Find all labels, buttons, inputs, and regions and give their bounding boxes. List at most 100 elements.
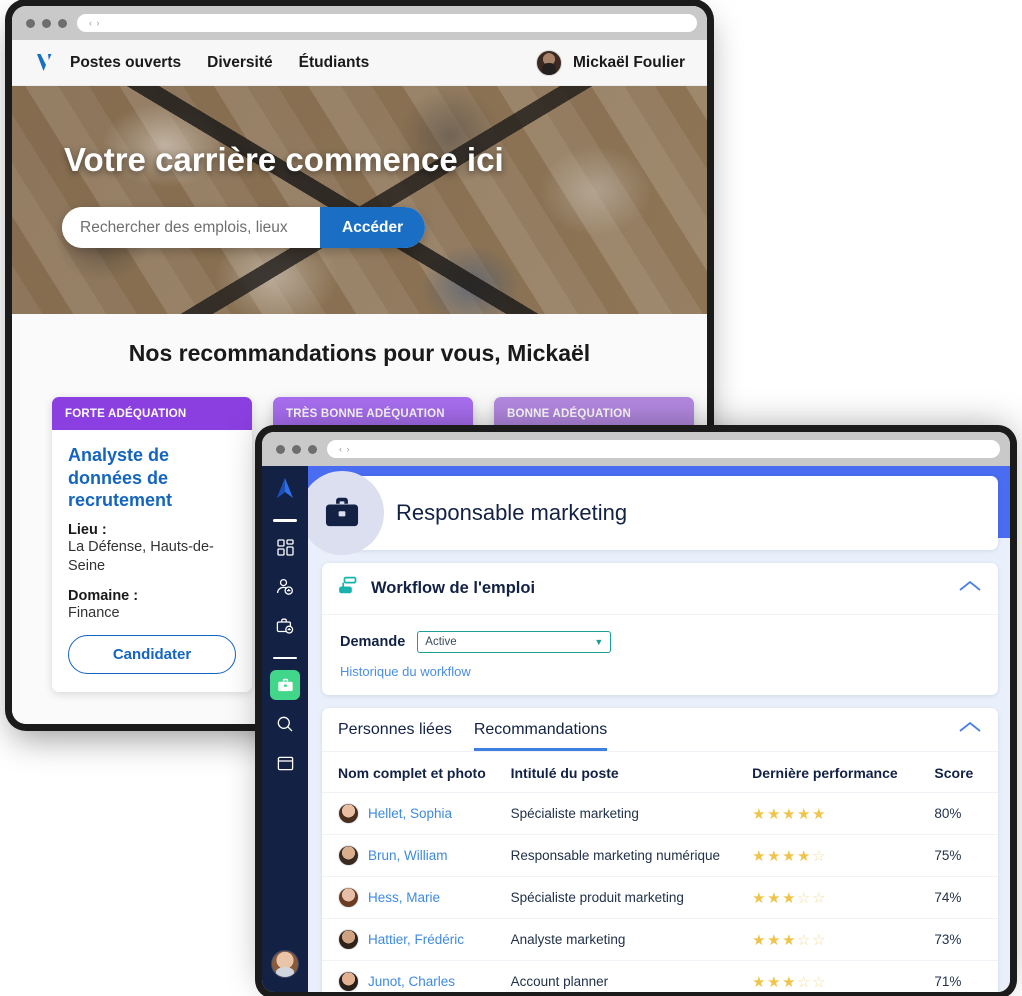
avatar [338, 803, 359, 824]
workflow-history-link[interactable]: Historique du workflow [340, 664, 471, 679]
demande-select[interactable]: Active ▼ [417, 631, 612, 653]
star-rating: ★★★☆☆ [752, 890, 827, 907]
cell-name: Hellet, Sophia [322, 792, 511, 835]
star-filled-icon: ★ [752, 847, 768, 865]
star-filled-icon: ★ [767, 973, 783, 991]
cell-performance: ★★★☆☆ [752, 918, 935, 961]
recommendations-table: Nom complet et photo Intitulé du poste D… [322, 752, 998, 992]
table-row[interactable]: Brun, William Responsable marketing numér… [322, 834, 998, 877]
demande-select-value: Active [425, 636, 457, 648]
window1-chrome: ‹ › [12, 6, 707, 40]
minimize-dot[interactable] [292, 444, 301, 454]
chevron-up-icon[interactable] [958, 579, 982, 598]
maximize-dot[interactable] [308, 444, 317, 454]
nav-arrows-icon: ‹ › [339, 444, 351, 454]
avatar [338, 887, 359, 908]
person-name-link[interactable]: Hattier, Frédéric [368, 932, 464, 947]
card-body: Analyste de données de recrutement Lieu … [52, 430, 252, 692]
star-filled-icon: ★ [752, 973, 768, 991]
sidebar-item-briefcase-clock[interactable] [270, 611, 300, 641]
address-bar[interactable]: ‹ › [77, 14, 697, 32]
cell-performance: ★★★★★ [752, 792, 935, 835]
workflow-panel: Workflow de l'emploi Demande Active ▼ Hi… [322, 563, 998, 695]
cell-name: Hattier, Frédéric [322, 918, 511, 961]
sidebar-item-jobs[interactable] [270, 670, 300, 700]
sidebar-user-avatar[interactable] [271, 950, 299, 978]
avatar [536, 49, 563, 76]
table-body: Hellet, Sophia Spécialiste marketing ★★★★★… [322, 792, 998, 992]
star-filled-icon: ★ [752, 931, 768, 949]
cell-job-title: Spécialiste produit marketing [510, 876, 753, 919]
cell-job-title: Analyste marketing [510, 918, 753, 961]
person-name-link[interactable]: Hellet, Sophia [368, 806, 452, 821]
column-header-perf: Dernière performance [752, 752, 935, 793]
star-empty-icon: ☆ [797, 889, 812, 907]
nav-link-postes-ouverts[interactable]: Postes ouverts [70, 54, 181, 72]
star-filled-icon: ★ [752, 889, 768, 907]
cell-score: 71% [934, 960, 998, 992]
close-dot[interactable] [276, 444, 285, 454]
avatar [338, 971, 359, 992]
nav-link-etudiants[interactable]: Étudiants [299, 54, 370, 72]
star-filled-icon: ★ [797, 805, 812, 823]
table-row[interactable]: Junot, Charles Account planner ★★★☆☆ 71% [322, 960, 998, 992]
table-row[interactable]: Hess, Marie Spécialiste produit marketing… [322, 876, 998, 919]
tab-personnes-liees[interactable]: Personnes liées [338, 721, 452, 751]
column-header-name: Nom complet et photo [322, 752, 511, 793]
search-input[interactable] [62, 207, 320, 248]
job-title-link[interactable]: Analyste de données de recrutement [68, 444, 236, 512]
demande-label: Demande [340, 634, 406, 650]
cell-performance: ★★★☆☆ [752, 876, 935, 919]
window2-chrome: ‹ › [262, 432, 1010, 466]
close-dot[interactable] [26, 18, 35, 28]
tab-recommandations[interactable]: Recommandations [473, 721, 608, 751]
search-submit-button[interactable]: Accéder [320, 207, 426, 248]
star-filled-icon: ★ [752, 805, 768, 823]
sidebar-item-person-clock[interactable] [270, 572, 300, 602]
domain-value: Finance [68, 604, 120, 621]
star-rating: ★★★★★ [752, 806, 827, 823]
nav-user[interactable]: Mickaël Foulier [536, 49, 685, 76]
sidebar-item-search[interactable] [270, 709, 300, 739]
recommendations-heading: Nos recommandations pour vous, Mickaël [128, 340, 591, 366]
person: Hess, Marie [338, 887, 511, 908]
address-bar[interactable]: ‹ › [327, 440, 1000, 458]
workflow-panel-header: Workflow de l'emploi [322, 563, 998, 615]
table-header-row: Nom complet et photo Intitulé du poste D… [322, 752, 998, 793]
star-filled-icon: ★ [782, 889, 798, 907]
app-body: Responsable marketing Workflow de l'empl… [262, 466, 1010, 992]
recommendation-card[interactable]: FORTE ADÉQUATION Analyste de données de … [52, 397, 252, 692]
ats-logo-icon[interactable] [272, 476, 298, 504]
person-name-link[interactable]: Hess, Marie [368, 890, 440, 905]
apply-button[interactable]: Candidater [68, 634, 236, 674]
star-filled-icon: ★ [767, 889, 783, 907]
person-name-link[interactable]: Brun, William [368, 848, 448, 863]
minimize-dot[interactable] [42, 18, 51, 28]
location-field: Lieu : La Défense, Hauts-de-Seine [68, 522, 236, 576]
table-row[interactable]: Hellet, Sophia Spécialiste marketing ★★★★★… [322, 792, 998, 835]
sidebar-divider [273, 656, 297, 659]
hero-title: Votre carrière commence ici [64, 141, 504, 178]
sidebar-item-window[interactable] [270, 748, 300, 778]
table-row[interactable]: Hattier, Frédéric Analyste marketing ★★★☆☆… [322, 918, 998, 961]
nav-link-diversite[interactable]: Diversité [207, 54, 272, 72]
chevron-up-icon[interactable] [958, 720, 982, 739]
sidebar-item-dashboard[interactable] [270, 533, 300, 563]
person-name-link[interactable]: Junot, Charles [368, 974, 455, 989]
star-filled-icon: ★ [797, 847, 812, 865]
status-badge: FORTE ADÉQUATION [52, 397, 252, 430]
person: Brun, William [338, 845, 511, 866]
column-header-job: Intitulé du poste [510, 752, 753, 793]
job-header-card: Responsable marketing [308, 471, 998, 555]
maximize-dot[interactable] [58, 18, 67, 28]
star-filled-icon: ★ [782, 931, 798, 949]
cell-score: 73% [934, 918, 998, 961]
v-logo-icon[interactable] [34, 51, 56, 75]
app-content: Responsable marketing Workflow de l'empl… [308, 466, 1010, 992]
user-name: Mickaël Foulier [573, 53, 685, 71]
cell-performance: ★★★☆☆ [752, 960, 935, 992]
star-filled-icon: ★ [782, 805, 798, 823]
app-sidebar [262, 466, 308, 992]
app-main: Responsable marketing Workflow de l'empl… [308, 466, 1010, 992]
star-filled-icon: ★ [767, 931, 783, 949]
